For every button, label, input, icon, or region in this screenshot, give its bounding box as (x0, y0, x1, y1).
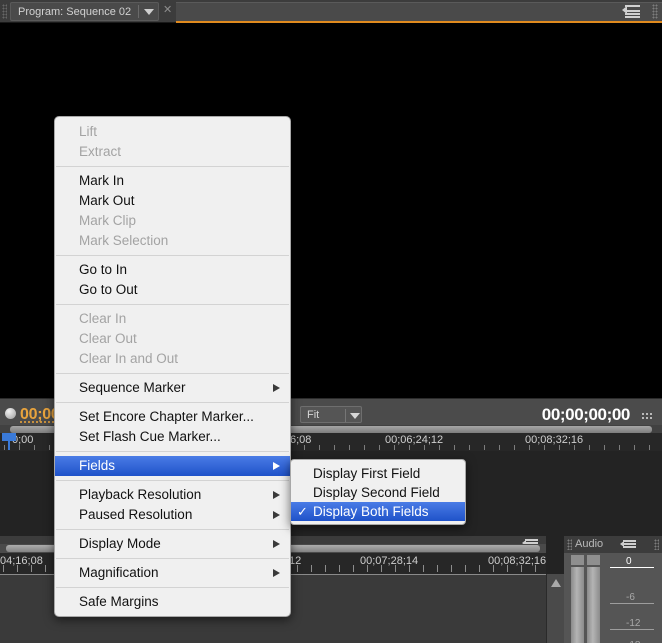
menu-item-mark-in[interactable]: Mark In (55, 171, 290, 191)
menu-separator (56, 304, 289, 305)
program-monitor-context-menu[interactable]: Lift Extract Mark In Mark Out Mark Clip … (54, 116, 291, 617)
submenu-item-display-first-field[interactable]: Display First Field (291, 464, 465, 483)
menu-item-magnification[interactable]: Magnification (55, 563, 290, 583)
meter-clip-indicator-left[interactable] (571, 555, 584, 565)
menu-line (623, 546, 636, 548)
playhead-stem-icon (8, 433, 10, 450)
meter-clip-indicator-right[interactable] (587, 555, 600, 565)
menu-item-sequence-marker[interactable]: Sequence Marker (55, 378, 290, 398)
menu-separator (56, 373, 289, 374)
submenu-arrow-icon (273, 569, 280, 577)
panel-resize-grip-icon[interactable] (654, 539, 659, 550)
menu-item-fields[interactable]: Fields (55, 456, 290, 476)
menu-item-clear-in[interactable]: Clear In (55, 309, 290, 329)
scale-label: -6 (626, 592, 635, 603)
menu-line (625, 13, 640, 15)
menu-item-go-to-in[interactable]: Go to In (55, 260, 290, 280)
menu-separator (56, 529, 289, 530)
audio-panel-header: Audio (564, 536, 662, 553)
zoom-level-select[interactable]: Fit (300, 406, 362, 423)
menu-line (625, 10, 640, 12)
drag-dots-icon[interactable] (641, 412, 652, 421)
menu-item-label: Fields (79, 458, 116, 473)
playhead-marker[interactable] (2, 433, 16, 450)
submenu-item-display-second-field[interactable]: Display Second Field (291, 483, 465, 502)
timeline-vertical-scrollbar[interactable] (546, 574, 564, 643)
menu-line (525, 539, 538, 541)
tab-separator (138, 5, 140, 18)
panel-drag-grip-icon[interactable] (567, 539, 572, 550)
submenu-arrow-icon (273, 511, 280, 519)
panel-titlebar: Program: Sequence 02 ✕ (0, 0, 662, 23)
submenu-item-display-both-fields[interactable]: ✓ Display Both Fields (291, 502, 465, 521)
tabbar-empty-area (176, 2, 662, 22)
menu-item-paused-resolution[interactable]: Paused Resolution (55, 505, 290, 525)
menu-separator (56, 558, 289, 559)
menu-item-label: Magnification (79, 565, 159, 580)
checkmark-icon: ✓ (297, 504, 308, 519)
scale-label: 0 (626, 556, 632, 567)
menu-separator (56, 255, 289, 256)
menu-separator (56, 166, 289, 167)
menu-line (625, 5, 640, 7)
menu-item-clear-out[interactable]: Clear Out (55, 329, 290, 349)
program-monitor-window: Program: Sequence 02 ✕ 00;00 Fit 00;00;0… (0, 0, 662, 643)
menu-item-mark-out[interactable]: Mark Out (55, 191, 290, 211)
menu-line (623, 543, 636, 545)
audio-panel-title: Audio (575, 538, 604, 550)
menu-item-set-flash-cue-marker[interactable]: Set Flash Cue Marker... (55, 427, 290, 447)
scale-line (610, 603, 654, 604)
submenu-item-label: Display Both Fields (313, 504, 429, 519)
chevron-down-icon[interactable] (144, 8, 155, 15)
menu-item-extract[interactable]: Extract (55, 142, 290, 162)
panel-resize-grip-icon[interactable] (652, 4, 658, 19)
menu-item-go-to-out[interactable]: Go to Out (55, 280, 290, 300)
menu-item-safe-margins[interactable]: Safe Margins (55, 592, 290, 612)
scale-label: -12 (626, 618, 641, 629)
fields-submenu[interactable]: Display First Field Display Second Field… (290, 459, 466, 525)
menu-separator (56, 587, 289, 588)
submenu-arrow-icon (273, 491, 280, 499)
audio-meter-left (571, 567, 584, 643)
duration-timecode[interactable]: 00;00;00;00 (542, 405, 631, 425)
scale-line (610, 629, 654, 630)
menu-item-mark-selection[interactable]: Mark Selection (55, 231, 290, 251)
audio-panel-menu-icon[interactable] (620, 540, 636, 550)
menu-line (623, 540, 636, 542)
tab-close-icon[interactable]: ✕ (163, 5, 172, 16)
menu-item-label: Sequence Marker (79, 380, 186, 395)
audio-meter-right (587, 567, 600, 643)
select-separator (345, 409, 346, 422)
menu-line (625, 16, 640, 18)
audio-meter-scale: 0 -6 -12 -18 (610, 555, 660, 643)
panel-menu-icon[interactable] (622, 5, 640, 18)
menu-item-clear-in-and-out[interactable]: Clear In and Out (55, 349, 290, 369)
panel-drag-grip-icon[interactable] (2, 4, 7, 19)
menu-separator (56, 480, 289, 481)
audio-meter-bars (571, 555, 611, 643)
menu-item-label: Playback Resolution (79, 487, 202, 502)
tab-program-sequence-02[interactable]: Program: Sequence 02 (10, 2, 160, 21)
menu-item-set-encore-chapter-marker[interactable]: Set Encore Chapter Marker... (55, 407, 290, 427)
menu-item-playback-resolution[interactable]: Playback Resolution (55, 485, 290, 505)
menu-item-lift[interactable]: Lift (55, 122, 290, 142)
menu-item-mark-clip[interactable]: Mark Clip (55, 211, 290, 231)
menu-item-label: Display Mode (79, 536, 161, 551)
playhead-knob-icon[interactable] (5, 408, 16, 419)
chevron-down-icon (350, 413, 360, 419)
scroll-up-arrow-icon[interactable] (551, 579, 561, 587)
submenu-arrow-icon (273, 540, 280, 548)
scale-line (610, 567, 654, 568)
zoom-level-value: Fit (307, 409, 320, 421)
submenu-arrow-icon (273, 384, 280, 392)
audio-meters-panel: Audio 0 -6 -12 (564, 536, 662, 643)
menu-separator (56, 451, 289, 452)
menu-item-display-mode[interactable]: Display Mode (55, 534, 290, 554)
submenu-arrow-icon (273, 462, 280, 470)
menu-separator (56, 402, 289, 403)
menu-item-label: Paused Resolution (79, 507, 193, 522)
tab-label: Program: Sequence 02 (18, 5, 132, 18)
